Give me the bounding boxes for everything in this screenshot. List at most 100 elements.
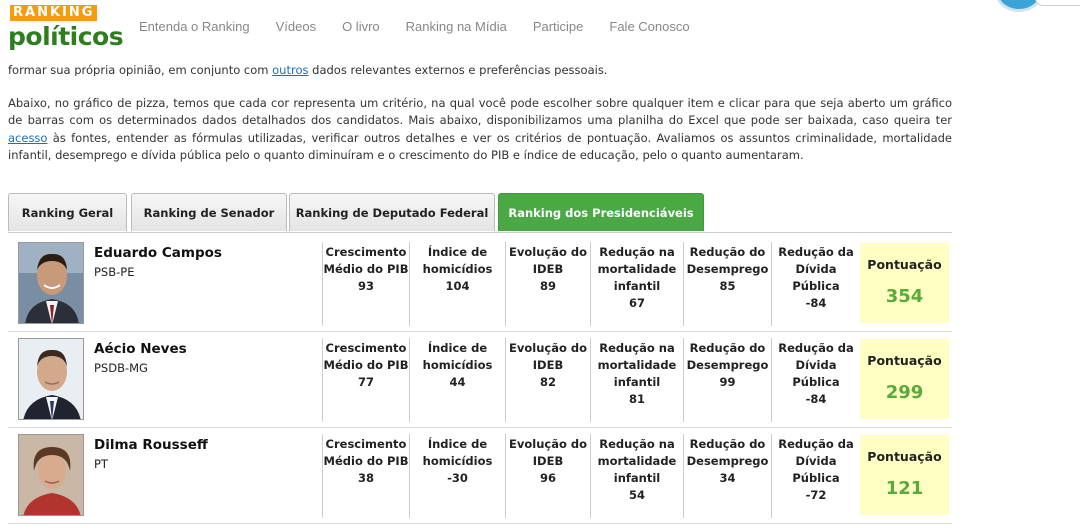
metric-homicidios: Índice de homicídios 44 (409, 338, 505, 422)
tab-ranking-geral[interactable]: Ranking Geral (8, 193, 127, 231)
tab-ranking-de-senador[interactable]: Ranking de Senador (131, 193, 287, 231)
metric-label: Redução na mortalidade infantil (597, 245, 677, 293)
tab-ranking-dos-presidenciaveis[interactable]: Ranking dos Presidenciáveis (498, 193, 704, 231)
candidate-name: Dilma Rousseff (94, 437, 208, 453)
metric-label: Redução do Desemprego (686, 245, 769, 276)
metric-value: 67 (628, 296, 645, 310)
score-box: Pontuação 299 (860, 339, 949, 419)
metric-ideb: Evolução do IDEB 82 (505, 338, 590, 422)
metric-homicidios: Índice de homicídios 104 (409, 242, 505, 326)
metric-value: 38 (357, 471, 374, 485)
metric-label: Evolução do IDEB (509, 245, 587, 276)
metric-label: Redução do Desemprego (686, 437, 769, 468)
metric-value: 93 (357, 279, 374, 293)
score-label: Pontuação (867, 257, 942, 272)
metric-label: Crescimento Médio do PIB (323, 341, 409, 372)
metric-value: 54 (628, 488, 645, 502)
metric-label: Redução da Dívida Pública (778, 341, 854, 389)
metric-label: Evolução do IDEB (509, 437, 587, 468)
candidate-party: PSB-PE (94, 265, 135, 279)
candidate-list: Eduardo Campos PSB-PE Crescimento Médio … (8, 236, 952, 524)
score-box: Pontuação 121 (860, 435, 949, 515)
metric-desemprego: Redução do Desemprego 85 (683, 242, 771, 326)
metric-value: 81 (628, 392, 645, 406)
metric-desemprego: Redução do Desemprego 34 (683, 434, 771, 518)
nav-entenda-o-ranking[interactable]: Entenda o Ranking (126, 18, 263, 36)
candidate-photo (18, 434, 84, 516)
nav-ranking-na-midia[interactable]: Ranking na Mídia (393, 18, 520, 36)
logo-politicos-text: políticos (8, 22, 124, 51)
metric-label: Índice de homicídios (422, 341, 493, 372)
metric-label: Redução da Dívida Pública (778, 437, 854, 485)
candidate-name: Aécio Neves (94, 341, 187, 357)
ranking-tabs: Ranking Geral Ranking de Senador Ranking… (8, 193, 952, 233)
metric-mortalidade: Redução na mortalidade infantil 81 (590, 338, 683, 422)
candidate-name: Eduardo Campos (94, 245, 222, 261)
metric-divida: Redução da Dívida Pública -72 (771, 434, 860, 518)
nav-participe[interactable]: Participe (520, 18, 597, 36)
score-box: Pontuação 354 (860, 243, 949, 323)
metric-pib: Crescimento Médio do PIB 38 (322, 434, 409, 518)
candidate-row: Dilma Rousseff PT Crescimento Médio do P… (8, 428, 952, 524)
score-value: 299 (885, 382, 924, 403)
metric-value: 104 (445, 279, 470, 293)
candidate-portrait-icon (19, 435, 83, 515)
outros-link[interactable]: outros (272, 63, 308, 76)
metric-label: Índice de homicídios (422, 437, 493, 468)
metric-value: 85 (719, 279, 736, 293)
metric-desemprego: Redução do Desemprego 99 (683, 338, 771, 422)
candidate-row: Aécio Neves PSDB-MG Crescimento Médio do… (8, 332, 952, 428)
metric-ideb: Evolução do IDEB 89 (505, 242, 590, 326)
metric-label: Redução na mortalidade infantil (597, 341, 677, 389)
site-logo[interactable]: RANKING políticos (8, 3, 124, 55)
metric-pib: Crescimento Médio do PIB 93 (322, 242, 409, 326)
score-label: Pontuação (867, 449, 942, 464)
candidate-photo (18, 338, 84, 420)
candidate-photo (18, 242, 84, 324)
intro-p1-text: formar sua própria opinião, em conjunto … (8, 63, 273, 76)
metric-label: Redução da Dívida Pública (778, 245, 854, 293)
intro-p2-text-end: às fontes, entender as fórmulas utilizad… (8, 130, 952, 162)
metric-homicidios: Índice de homicídios -30 (409, 434, 505, 518)
metric-ideb: Evolução do IDEB 96 (505, 434, 590, 518)
candidate-portrait-icon (19, 339, 83, 419)
metric-pib: Crescimento Médio do PIB 77 (322, 338, 409, 422)
metric-value: 77 (357, 375, 374, 389)
metric-label: Redução do Desemprego (686, 341, 769, 372)
metric-value: 96 (539, 471, 556, 485)
acesso-link[interactable]: acesso (8, 131, 47, 145)
metric-value: 89 (539, 279, 556, 293)
metric-value: -84 (805, 392, 827, 406)
metric-mortalidade: Redução na mortalidade infantil 67 (590, 242, 683, 326)
intro-paragraph-1: formar sua própria opinião, em conjunto … (8, 62, 952, 76)
logo-ranking-text: RANKING (10, 5, 98, 21)
score-label: Pontuação (867, 353, 942, 368)
nav-o-livro[interactable]: O livro (329, 18, 393, 36)
candidate-row: Eduardo Campos PSB-PE Crescimento Médio … (8, 236, 952, 332)
metric-value: -84 (805, 296, 827, 310)
metric-label: Índice de homicídios (422, 245, 493, 276)
nav-videos[interactable]: Vídeos (263, 18, 329, 36)
metric-value: 44 (449, 375, 466, 389)
metric-value: 34 (719, 471, 736, 485)
candidate-party: PT (94, 457, 108, 471)
metric-label: Evolução do IDEB (509, 341, 587, 372)
intro-p2-text: Abaixo, no gráfico de pizza, temos que c… (8, 96, 952, 128)
metric-label: Crescimento Médio do PIB (323, 437, 409, 468)
metric-value: 82 (539, 375, 556, 389)
nav-fale-conosco[interactable]: Fale Conosco (596, 18, 702, 36)
intro-p1-text-end: dados relevantes externos e preferências… (308, 63, 608, 76)
metric-value: -30 (447, 471, 468, 485)
score-value: 121 (885, 478, 924, 499)
search-input[interactable] (1035, 0, 1080, 6)
metric-value: 99 (719, 375, 736, 389)
metric-value: -72 (805, 488, 827, 502)
metric-label: Crescimento Médio do PIB (323, 245, 409, 276)
intro-paragraph-2: Abaixo, no gráfico de pizza, temos que c… (8, 95, 952, 164)
metric-label: Redução na mortalidade infantil (597, 437, 677, 485)
candidate-portrait-icon (19, 243, 83, 323)
tab-ranking-de-deputado-federal[interactable]: Ranking de Deputado Federal (289, 193, 495, 231)
site-header: RANKING políticos Entenda o Ranking Víde… (0, 0, 1080, 58)
metric-divida: Redução da Dívida Pública -84 (771, 242, 860, 326)
main-nav: Entenda o Ranking Vídeos O livro Ranking… (126, 18, 703, 36)
